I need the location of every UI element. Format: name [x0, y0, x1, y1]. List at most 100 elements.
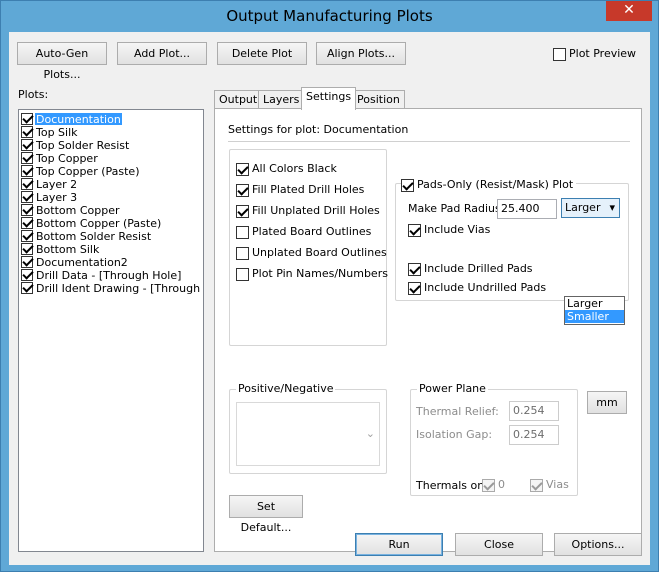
output-manufacturing-plots-window: Output Manufacturing Plots ✕ Auto-Gen Pl…: [0, 0, 659, 572]
plot-list-item[interactable]: Bottom Solder Resist: [21, 229, 202, 242]
pad-size-option-larger[interactable]: Larger: [565, 297, 624, 310]
close-icon: ✕: [623, 2, 635, 18]
thermals-zero-checkbox[interactable]: [482, 478, 495, 492]
plot-list-item[interactable]: Top Copper: [21, 151, 202, 164]
plots-label: Plots:: [18, 88, 49, 101]
settings-header: Settings for plot: Documentation: [228, 123, 409, 136]
plot-item-label: Drill Ident Drawing - [Through Hole]: [36, 281, 202, 295]
close-button[interactable]: Close: [455, 533, 543, 556]
plated-board-outlines-option[interactable]: Plated Board Outlines: [236, 224, 371, 240]
fill-unplated-drill-holes-option[interactable]: Fill Unplated Drill Holes: [236, 203, 380, 219]
close-window-button[interactable]: ✕: [606, 1, 652, 21]
plot-item-checkbox[interactable]: [21, 269, 33, 281]
include-undrilled-pads-checkbox[interactable]: [408, 281, 421, 295]
plot-list-item[interactable]: Layer 3: [21, 190, 202, 203]
include-vias-checkbox[interactable]: [408, 223, 421, 237]
fill-plated-drill-holes-checkbox[interactable]: [236, 183, 249, 197]
align-plots-button[interactable]: Align Plots...: [316, 42, 406, 65]
thermals-vias-checkbox[interactable]: [530, 478, 543, 492]
positive-negative-select[interactable]: ⌄: [236, 402, 380, 466]
pads-only-checkbox[interactable]: [401, 178, 414, 192]
plot-list-item[interactable]: Drill Ident Drawing - [Through Hole]: [21, 281, 202, 294]
window-title: Output Manufacturing Plots: [226, 7, 433, 25]
unplated-board-outlines-label: Unplated Board Outlines: [252, 246, 387, 259]
pad-size-option-smaller[interactable]: Smaller: [565, 310, 624, 323]
thermals-vias-option[interactable]: Vias: [530, 477, 569, 493]
unplated-board-outlines-checkbox[interactable]: [236, 246, 249, 260]
pad-size-dropdown-list[interactable]: Larger Smaller: [564, 296, 625, 325]
plot-item-checkbox[interactable]: [21, 139, 33, 151]
include-vias-option[interactable]: Include Vias: [408, 222, 490, 238]
plot-list-item[interactable]: Top Silk: [21, 125, 202, 138]
plot-item-checkbox[interactable]: [21, 113, 33, 125]
plot-item-label: Top Solder Resist: [36, 138, 130, 152]
plot-item-label: Documentation: [35, 112, 122, 125]
options-button[interactable]: Options...: [554, 533, 642, 556]
chevron-down-icon: ⌄: [365, 427, 375, 440]
thermal-relief-input[interactable]: 0.254: [509, 401, 559, 421]
plot-item-checkbox[interactable]: [21, 204, 33, 216]
plot-item-checkbox[interactable]: [21, 178, 33, 190]
run-button[interactable]: Run: [355, 533, 443, 556]
plot-item-label: Layer 2: [36, 177, 78, 191]
pad-size-select[interactable]: Larger ▾: [561, 198, 620, 218]
plot-list-item[interactable]: Top Solder Resist: [21, 138, 202, 151]
settings-tab-panel: Settings for plot: Documentation All Col…: [214, 108, 642, 552]
fill-plated-drill-holes-option[interactable]: Fill Plated Drill Holes: [236, 182, 364, 198]
tab-layers[interactable]: Layers: [258, 90, 305, 110]
plot-list-item[interactable]: Documentation: [21, 112, 202, 125]
all-colors-black-option[interactable]: All Colors Black: [236, 161, 337, 177]
plot-pin-names-checkbox[interactable]: [236, 267, 249, 281]
plated-board-outlines-checkbox[interactable]: [236, 225, 249, 239]
plot-preview-checkbox[interactable]: [553, 47, 566, 61]
tab-position[interactable]: Position: [352, 90, 405, 110]
add-plot-button[interactable]: Add Plot...: [117, 42, 207, 65]
plots-list[interactable]: Documentation Top Silk Top Solder Resist To…: [18, 109, 204, 552]
thermals-on-label: Thermals on:: [416, 479, 488, 492]
pads-only-label: Pads-Only (Resist/Mask) Plot: [417, 178, 574, 191]
plot-preview-toggle[interactable]: Plot Preview: [553, 46, 636, 62]
plot-item-label: Documentation2: [36, 255, 128, 269]
include-undrilled-pads-label: Include Undrilled Pads: [424, 281, 547, 294]
plot-preview-label: Plot Preview: [569, 47, 637, 60]
auto-gen-plots-button[interactable]: Auto-Gen Plots...: [17, 42, 107, 81]
unplated-board-outlines-option[interactable]: Unplated Board Outlines: [236, 245, 387, 261]
plot-item-checkbox[interactable]: [21, 230, 33, 242]
tab-settings[interactable]: Settings: [301, 87, 357, 110]
units-mm-button[interactable]: mm: [587, 391, 627, 414]
plot-item-checkbox[interactable]: [21, 282, 33, 294]
plot-item-checkbox[interactable]: [21, 256, 33, 268]
plot-item-checkbox[interactable]: [21, 126, 33, 138]
plot-item-checkbox[interactable]: [21, 152, 33, 164]
pad-size-selected-value: Larger: [565, 201, 601, 214]
set-default-button[interactable]: Set Default...: [229, 495, 303, 534]
all-colors-black-checkbox[interactable]: [236, 162, 249, 176]
plot-list-item[interactable]: Drill Data - [Through Hole]: [21, 268, 202, 281]
include-drilled-pads-option[interactable]: Include Drilled Pads: [408, 261, 533, 277]
delete-plot-button[interactable]: Delete Plot: [217, 42, 307, 65]
plot-item-checkbox[interactable]: [21, 243, 33, 255]
pads-only-option[interactable]: Pads-Only (Resist/Mask) Plot: [401, 177, 577, 193]
plot-list-item[interactable]: Top Copper (Paste): [21, 164, 202, 177]
plot-list-item[interactable]: Bottom Silk: [21, 242, 202, 255]
thermals-zero-option[interactable]: 0: [482, 477, 505, 493]
tab-output[interactable]: Output: [214, 90, 263, 110]
plot-list-item[interactable]: Documentation2: [21, 255, 202, 268]
plot-list-item[interactable]: Bottom Copper: [21, 203, 202, 216]
thermals-zero-label: 0: [498, 478, 505, 491]
pad-radius-input[interactable]: 25.400: [497, 199, 557, 219]
plot-list-item[interactable]: Layer 2: [21, 177, 202, 190]
power-plane-label: Power Plane: [417, 382, 488, 395]
plot-list-item[interactable]: Bottom Copper (Paste): [21, 216, 202, 229]
plot-item-checkbox[interactable]: [21, 165, 33, 177]
plot-item-checkbox[interactable]: [21, 217, 33, 229]
plot-item-checkbox[interactable]: [21, 191, 33, 203]
include-drilled-pads-checkbox[interactable]: [408, 262, 421, 276]
plated-board-outlines-label: Plated Board Outlines: [252, 225, 372, 238]
isolation-gap-input[interactable]: 0.254: [509, 425, 559, 445]
include-undrilled-pads-option[interactable]: Include Undrilled Pads: [408, 280, 546, 296]
fill-unplated-drill-holes-checkbox[interactable]: [236, 204, 249, 218]
plot-item-label: Layer 3: [36, 190, 78, 204]
all-colors-black-label: All Colors Black: [252, 162, 337, 175]
plot-pin-names-option[interactable]: Plot Pin Names/Numbers: [236, 266, 388, 282]
